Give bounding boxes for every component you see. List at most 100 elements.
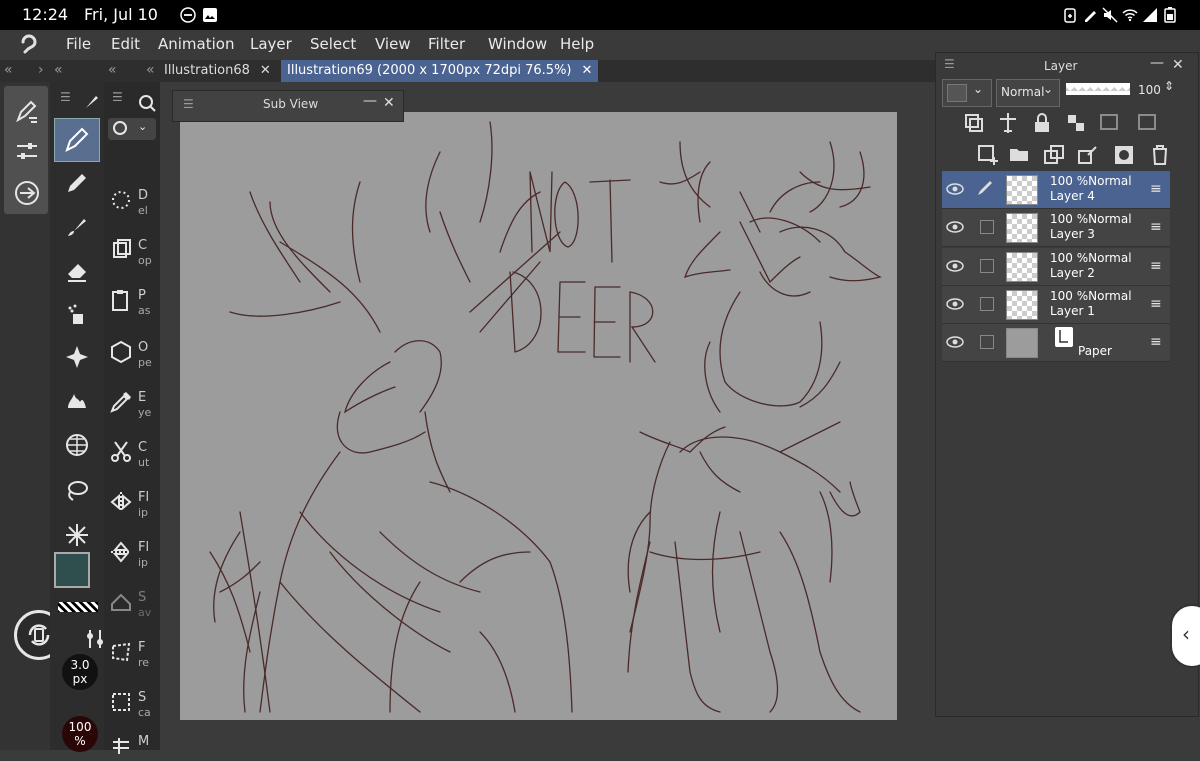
stepper-icon[interactable]: ⇕: [1164, 79, 1174, 93]
menu-help[interactable]: Help: [560, 35, 594, 53]
transfer-icon[interactable]: [14, 180, 40, 206]
layer-menu-icon[interactable]: ☰: [944, 57, 955, 71]
subtool-menu-icon[interactable]: ☰: [112, 90, 123, 104]
menu-animation[interactable]: Animation: [158, 35, 234, 53]
eye-icon[interactable]: [946, 219, 964, 235]
subtool-item[interactable]: Sav: [106, 584, 156, 630]
transfer-layer-icon[interactable]: [1042, 143, 1066, 167]
lock-icon[interactable]: [1030, 111, 1054, 135]
sparkle-icon[interactable]: [64, 344, 90, 370]
menu-filter[interactable]: Filter: [428, 35, 465, 53]
trash-icon[interactable]: [1148, 143, 1172, 167]
layer-select-checkbox[interactable]: [980, 297, 994, 311]
new-folder-icon[interactable]: [1008, 143, 1032, 167]
eraser-icon[interactable]: [64, 258, 90, 284]
layer-options-icon[interactable]: ≡: [1150, 296, 1162, 312]
menu-edit[interactable]: Edit: [111, 35, 140, 53]
brush-tool-icon[interactable]: [64, 214, 90, 240]
sliders-icon[interactable]: [14, 138, 40, 164]
subtool-item[interactable]: Ope: [106, 334, 156, 380]
menu-layer[interactable]: Layer: [250, 35, 292, 53]
subtool-item[interactable]: Fre: [106, 634, 156, 680]
pen-nib-icon: [65, 127, 89, 152]
subtool-item[interactable]: Fl ip: [106, 484, 156, 530]
blend-icon[interactable]: [64, 388, 90, 414]
airbrush-icon[interactable]: [64, 302, 90, 328]
close-icon[interactable]: ✕: [383, 95, 395, 111]
eye-icon[interactable]: [946, 296, 964, 312]
opacity-value[interactable]: 100: [1138, 83, 1161, 97]
subview-menu-icon[interactable]: ☰: [183, 97, 194, 111]
menu-view[interactable]: View: [375, 35, 411, 53]
edge-panel-handle[interactable]: ‹: [1170, 604, 1200, 668]
subtool-item[interactable]: Cut: [106, 434, 156, 480]
layer-options-icon[interactable]: ≡: [1150, 334, 1162, 350]
pen-tool-icon[interactable]: [14, 98, 40, 124]
minimize-icon[interactable]: —: [1150, 55, 1164, 71]
new-raster-layer-icon[interactable]: [976, 143, 1000, 167]
menu-select[interactable]: Select: [310, 35, 356, 53]
clip-layer-icon[interactable]: [962, 111, 986, 135]
transparent-color-swatch[interactable]: [58, 602, 98, 612]
subtool-item[interactable]: M: [106, 728, 156, 754]
layer-options-icon[interactable]: ≡: [1150, 258, 1162, 274]
layer-name: Paper: [1078, 344, 1112, 358]
close-icon[interactable]: ✕: [1172, 57, 1184, 73]
layer-row-1[interactable]: 100 %Normal Layer 1 ≡: [942, 286, 1170, 324]
layer-row-4[interactable]: 100 %Normal Layer 4 ≡: [942, 171, 1170, 209]
brush-size-indicator[interactable]: 3.0 px: [62, 654, 98, 690]
eye-icon[interactable]: [946, 181, 964, 197]
minimize-icon[interactable]: —: [363, 93, 377, 109]
layer-row-paper[interactable]: Paper ≡: [942, 324, 1170, 362]
layer-select-checkbox[interactable]: [980, 259, 994, 273]
collapse-tab-icon[interactable]: «: [146, 62, 155, 78]
collapse-left-icon[interactable]: «: [4, 62, 13, 78]
opacity-slider[interactable]: [1066, 83, 1130, 95]
layer-select-checkbox[interactable]: [980, 220, 994, 234]
mask-disabled-icon[interactable]: [1098, 111, 1122, 135]
subtool-group-selector[interactable]: ⌄: [108, 118, 156, 140]
collapse-panel-icon[interactable]: «: [54, 62, 63, 78]
subtool-item[interactable]: Sca: [106, 684, 156, 730]
layer-row-3[interactable]: 100 %Normal Layer 3 ≡: [942, 209, 1170, 247]
brush-opacity-indicator[interactable]: 100 %: [62, 716, 98, 752]
subtool-item[interactable]: Del: [106, 182, 156, 228]
auto-select-icon[interactable]: [64, 522, 90, 548]
tool-pen-selected[interactable]: [54, 118, 100, 162]
figure-icon[interactable]: [64, 432, 90, 458]
collapse-subtool-icon[interactable]: «: [108, 62, 117, 78]
pencil-icon[interactable]: [64, 170, 90, 196]
search-icon[interactable]: [138, 94, 156, 112]
blend-mode-select[interactable]: Normal ⌄: [996, 79, 1060, 107]
subtool-item[interactable]: Eye: [106, 384, 156, 430]
reference-layer-icon[interactable]: [996, 111, 1020, 135]
drawing-canvas[interactable]: [180, 112, 897, 720]
eye-icon[interactable]: [946, 258, 964, 274]
layer-color-selector[interactable]: ⌄: [942, 79, 992, 107]
tab-illustration69[interactable]: Illustration69 (2000 x 1700px 72dpi 76.5…: [281, 60, 599, 82]
color-options-icon[interactable]: [86, 628, 104, 650]
subtool-item[interactable]: Pas: [106, 282, 156, 328]
subtool-item[interactable]: Fl ip: [106, 534, 156, 580]
layer-options-icon[interactable]: ≡: [1150, 219, 1162, 235]
merge-layer-icon[interactable]: [1076, 143, 1100, 167]
layer-mask-icon[interactable]: [1112, 143, 1136, 167]
expand-right-icon[interactable]: ›: [38, 62, 44, 78]
ruler-disabled-icon[interactable]: [1136, 111, 1160, 135]
lasso-icon[interactable]: [64, 478, 90, 504]
close-icon[interactable]: ✕: [260, 63, 271, 78]
layer-select-checkbox[interactable]: [980, 335, 994, 349]
lock-transparency-icon[interactable]: [1064, 111, 1088, 135]
main-color-swatch[interactable]: [54, 552, 90, 588]
clip-studio-logo-icon[interactable]: [18, 34, 40, 56]
tab-illustration68[interactable]: Illustration68 ✕: [158, 60, 277, 82]
eye-icon[interactable]: [946, 334, 964, 350]
dotted-circle-icon: [109, 188, 133, 212]
menu-file[interactable]: File: [66, 35, 91, 53]
menu-window[interactable]: Window: [488, 35, 547, 53]
close-icon[interactable]: ✕: [582, 63, 593, 78]
layer-options-icon[interactable]: ≡: [1150, 181, 1162, 197]
subtool-item[interactable]: Cop: [106, 232, 156, 278]
layer-row-2[interactable]: 100 %Normal Layer 2 ≡: [942, 248, 1170, 286]
palette-menu-icon[interactable]: ☰: [60, 90, 71, 104]
